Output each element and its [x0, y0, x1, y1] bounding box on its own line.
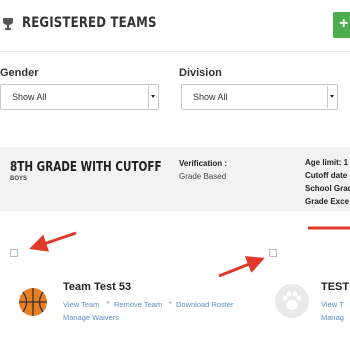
view-team-link[interactable]: View Team: [63, 300, 99, 309]
separator: •: [169, 300, 172, 307]
view-team-link[interactable]: View T: [321, 300, 344, 309]
remove-team-link[interactable]: Remove Team: [114, 300, 162, 309]
arrow-1: [29, 231, 77, 252]
basketball-icon: [19, 288, 47, 316]
team-1-name[interactable]: Team Test 53: [63, 281, 131, 293]
separator: •: [107, 300, 110, 307]
arrow-2: [218, 256, 265, 278]
team-2-name[interactable]: TEST: [321, 281, 349, 293]
manage-waivers-link[interactable]: Manage Waivers: [63, 313, 119, 322]
manage-waivers-link[interactable]: Manag: [321, 313, 344, 322]
paw-icon: [275, 284, 309, 318]
download-roster-link[interactable]: Download Roster: [176, 300, 234, 309]
